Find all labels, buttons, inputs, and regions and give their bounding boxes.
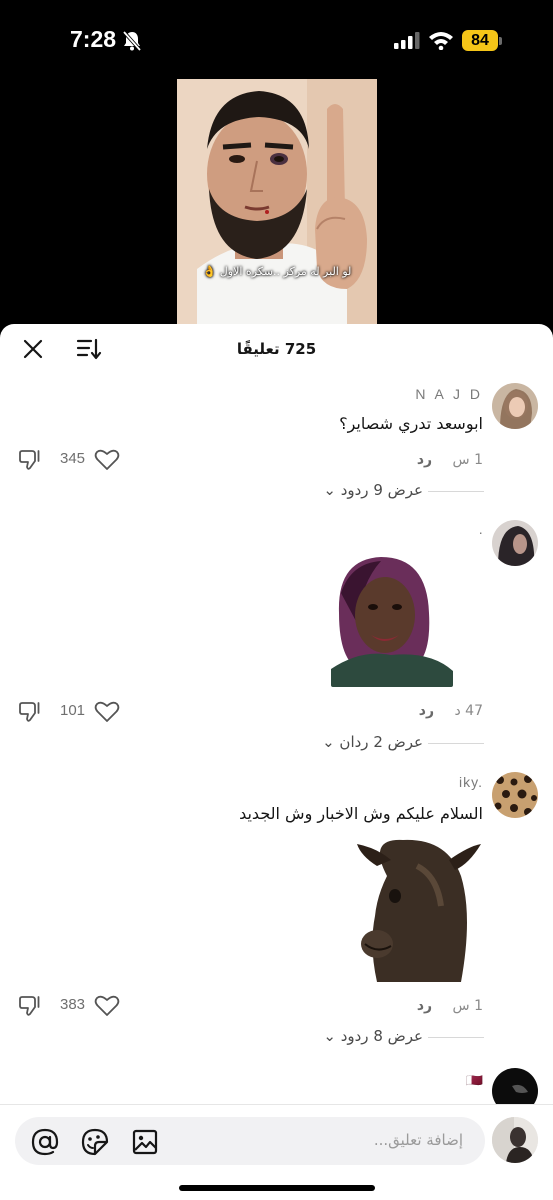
- comment-username[interactable]: 🇶🇦: [466, 1072, 483, 1089]
- comment-username[interactable]: ·: [478, 524, 483, 540]
- comment-meta: 1 س رد: [417, 998, 483, 1014]
- replies-divider: [428, 743, 484, 744]
- reply-button[interactable]: رد: [417, 452, 432, 468]
- comment-meta: 47 د رد: [419, 703, 483, 719]
- heart-icon[interactable]: [94, 700, 120, 724]
- dislike-icon[interactable]: [18, 448, 42, 472]
- comment-meta: 1 س رد: [417, 452, 483, 468]
- comment-time: 47 د: [454, 703, 483, 719]
- mention-icon[interactable]: [31, 1128, 59, 1156]
- emoji-sticker-icon[interactable]: [81, 1128, 109, 1156]
- wifi-icon: [429, 32, 453, 50]
- video-person-image: [177, 79, 377, 331]
- reply-button[interactable]: رد: [419, 703, 434, 719]
- comment-input[interactable]: إضافة تعليق...: [15, 1117, 485, 1165]
- avatar-image: [492, 520, 538, 566]
- comment-time: 1 س: [452, 452, 483, 468]
- comment-input-bar: إضافة تعليق...: [0, 1104, 553, 1200]
- comment-username[interactable]: iky.: [459, 774, 483, 790]
- avatar[interactable]: [492, 772, 538, 818]
- dislike-icon[interactable]: [18, 700, 42, 724]
- status-time: 7:28: [70, 26, 117, 52]
- current-user-avatar[interactable]: [492, 1117, 538, 1163]
- comment-item: iky. السلام عليكم وش الاخبار وش الجديد 1…: [0, 772, 553, 1062]
- avatar-image: [492, 1117, 538, 1163]
- view-replies-button[interactable]: عرض 8 ردود ⌄: [323, 1027, 423, 1045]
- comment-time: 1 س: [452, 998, 483, 1014]
- cellular-signal-icon: [394, 32, 420, 49]
- avatar[interactable]: [492, 520, 538, 566]
- comments-sheet: 725 تعليقًا N A J D ابوسعد تدري شصاير؟ 1…: [0, 324, 553, 1200]
- comments-header: 725 تعليقًا: [0, 324, 553, 372]
- status-bar: 7:28 84: [0, 0, 553, 80]
- image-upload-icon[interactable]: [131, 1128, 159, 1156]
- view-replies-button[interactable]: عرض 2 ردان ⌄: [322, 733, 423, 751]
- comment-actions: 383: [18, 994, 128, 1018]
- comment-count-title: 725 تعليقًا: [236, 340, 317, 358]
- comment-sticker-image[interactable]: [331, 553, 453, 687]
- reply-button[interactable]: رد: [417, 998, 432, 1014]
- comment-sticker-image[interactable]: [357, 836, 483, 982]
- comment-item: · 47 د رد 101 عرض 2 ردان ⌄: [0, 520, 553, 760]
- view-replies-button[interactable]: عرض 9 ردود ⌄: [323, 481, 423, 499]
- sticker-goat-image: [357, 836, 483, 982]
- dislike-icon[interactable]: [18, 994, 42, 1018]
- comment-actions: 101: [18, 700, 128, 724]
- comment-actions: 345: [18, 448, 128, 472]
- like-count: 345: [60, 450, 86, 467]
- heart-icon[interactable]: [94, 994, 120, 1018]
- comment-username[interactable]: N A J D: [415, 386, 483, 402]
- video-thumbnail[interactable]: لو البر له مركز ..سكره الاول 👌: [177, 79, 377, 331]
- battery-tip: [499, 37, 502, 45]
- like-count: 383: [60, 996, 86, 1013]
- heart-icon[interactable]: [94, 448, 120, 472]
- avatar-image: [492, 383, 538, 429]
- comment-input-placeholder: إضافة تعليق...: [373, 1131, 463, 1149]
- avatar[interactable]: [492, 383, 538, 429]
- sticker-woman-image: [331, 553, 453, 687]
- like-count: 101: [60, 702, 86, 719]
- comment-text: السلام عليكم وش الاخبار وش الجديد: [239, 804, 483, 823]
- bell-muted-icon: [122, 30, 142, 52]
- home-indicator: [179, 1185, 375, 1191]
- battery-indicator: 84: [462, 30, 498, 51]
- replies-divider: [428, 491, 484, 492]
- replies-divider: [428, 1037, 484, 1038]
- comment-text: ابوسعد تدري شصاير؟: [339, 414, 483, 433]
- avatar-leopard-image: [492, 772, 538, 818]
- video-caption: لو البر له مركز ..سكره الاول 👌: [202, 265, 352, 278]
